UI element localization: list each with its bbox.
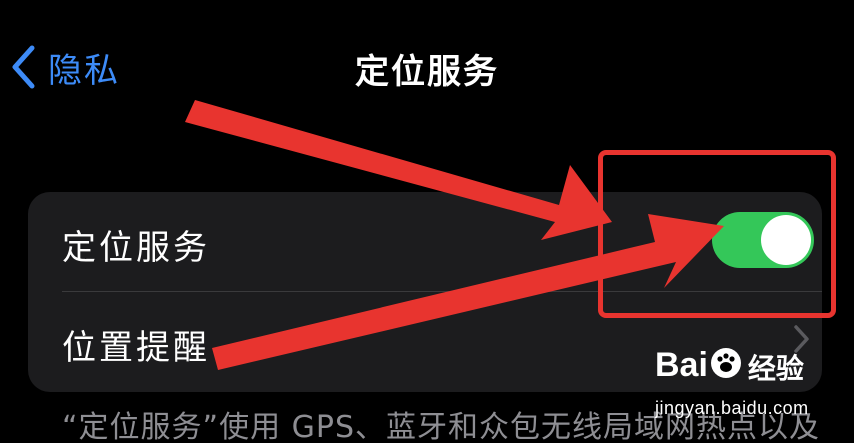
paw-icon xyxy=(710,347,742,388)
watermark-logo-text: Bai xyxy=(655,346,708,384)
annotation-arrow-lower xyxy=(212,214,724,370)
watermark-logo: Bai 经验 xyxy=(655,346,804,388)
baidu-jingyan-watermark: Bai 经验 jingyan.baidu.com xyxy=(655,346,825,426)
watermark-url: jingyan.baidu.com xyxy=(655,398,809,418)
annotation-arrow-upper xyxy=(185,100,612,240)
watermark-product-text: 经验 xyxy=(747,352,804,386)
